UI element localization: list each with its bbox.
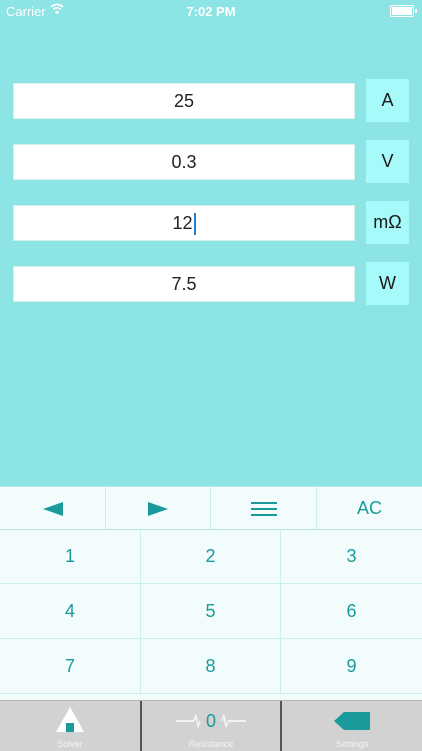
current-unit-button[interactable]: A (366, 79, 409, 122)
status-bar: Carrier 7:02 PM (0, 0, 422, 22)
keypad: AC 1 2 3 4 5 6 7 8 9 (0, 486, 422, 700)
power-row: 7.5 W (13, 262, 409, 305)
tag-icon (334, 712, 370, 730)
clear-button[interactable]: AC (317, 487, 422, 529)
tab-resistance[interactable]: 0 Resistance (142, 701, 280, 751)
key-7[interactable]: 7 (0, 639, 141, 694)
resistance-row: 12 mΩ (13, 201, 409, 244)
cursor-right-button[interactable] (106, 487, 211, 529)
key-6[interactable]: 6 (281, 584, 422, 639)
power-input[interactable]: 7.5 (13, 266, 355, 302)
current-input[interactable]: 25 (13, 83, 355, 119)
tab-resistance-label: Resistance (188, 739, 234, 749)
tab-bar: Solver 0 Resistance Settings (0, 700, 422, 751)
key-3[interactable]: 3 (281, 529, 422, 584)
tab-settings-label: Settings (335, 739, 369, 749)
menu-icon (250, 502, 277, 517)
power-unit-button[interactable]: W (366, 262, 409, 305)
keypad-nav-row: AC (0, 486, 422, 530)
tab-solver-label: Solver (57, 739, 83, 749)
resistance-value: 0 (205, 711, 216, 731)
voltage-row: 0.3 V (13, 140, 409, 183)
resistance-input[interactable]: 12 (13, 205, 355, 241)
voltage-input[interactable]: 0.3 (13, 144, 355, 180)
key-1[interactable]: 1 (0, 529, 141, 584)
tab-solver[interactable]: Solver (0, 701, 140, 751)
key-2[interactable]: 2 (141, 529, 281, 584)
resistance-unit-button[interactable]: mΩ (366, 201, 409, 244)
right-triangle-icon (148, 502, 168, 517)
current-row: 25 A (13, 79, 409, 122)
key-8[interactable]: 8 (141, 639, 281, 694)
tab-settings[interactable]: Settings (282, 701, 422, 751)
key-9[interactable]: 9 (281, 639, 422, 694)
text-caret (193, 213, 196, 236)
menu-button[interactable] (211, 487, 317, 529)
cursor-left-button[interactable] (0, 487, 106, 529)
key-4[interactable]: 4 (0, 584, 141, 639)
battery-icon (390, 5, 417, 17)
voltage-unit-button[interactable]: V (366, 140, 409, 183)
key-5[interactable]: 5 (141, 584, 281, 639)
house-icon (56, 707, 84, 732)
status-time: 7:02 PM (186, 4, 236, 19)
left-triangle-icon (42, 502, 63, 517)
